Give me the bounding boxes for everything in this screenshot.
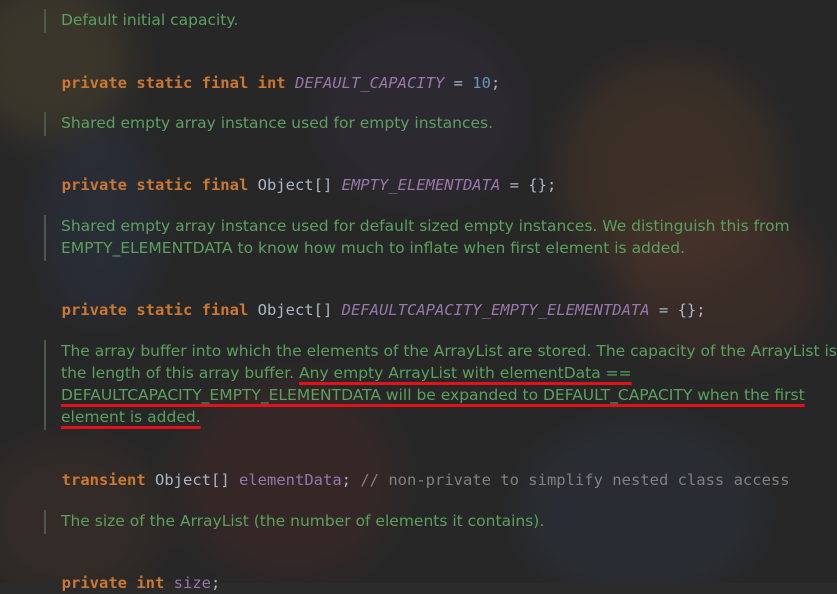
type-name[interactable]: Object[]: [146, 471, 239, 489]
javadoc-text: Shared empty array instance used for emp…: [61, 114, 494, 132]
line-comment: // non-private to simplify nested class …: [360, 471, 790, 489]
javadoc-elementdata: The array buffer into which the elements…: [44, 340, 837, 430]
keyword-modifiers: private static final: [61, 176, 249, 194]
initializer: = {};: [649, 301, 706, 319]
code-line-elementdata[interactable]: transient Object[] elementData; // non-p…: [43, 447, 790, 491]
javadoc-line: EMPTY_ELEMENTDATA to know how much to in…: [61, 239, 686, 257]
semicolon: ;: [490, 74, 501, 92]
red-annotation-underline: element is added.: [61, 408, 201, 426]
operator: =: [444, 74, 473, 92]
javadoc-line: the length of this array buffer. Any emp…: [61, 362, 837, 384]
constant-name[interactable]: DEFAULTCAPACITY_EMPTY_ELEMENTDATA: [342, 301, 650, 319]
red-annotation-underline: DEFAULTCAPACITY_EMPTY_ELEMENTDATA will b…: [61, 386, 805, 404]
javadoc-line: DEFAULTCAPACITY_EMPTY_ELEMENTDATA will b…: [61, 384, 837, 406]
code-line-defaultcapacity-empty-elementdata[interactable]: private static final Object[] DEFAULTCAP…: [43, 277, 706, 321]
red-annotation-underline: Any empty ArrayList with elementData ==: [299, 364, 632, 382]
javadoc-size: The size of the ArrayList (the number of…: [44, 510, 544, 534]
keyword-modifiers: transient: [61, 471, 146, 489]
code-line-empty-elementdata[interactable]: private static final Object[] EMPTY_ELEM…: [43, 152, 557, 196]
keyword-modifiers: private static final int: [61, 74, 286, 92]
semicolon: ;: [211, 574, 221, 592]
type-name[interactable]: Object[]: [248, 176, 341, 194]
javadoc-defaultcapacity-empty-elementdata: Shared empty array instance used for def…: [44, 215, 790, 261]
javadoc-line: The array buffer into which the elements…: [61, 342, 837, 360]
code-line-default-capacity[interactable]: private static final int DEFAULT_CAPACIT…: [43, 50, 501, 94]
javadoc-text: the length of this array buffer.: [61, 364, 300, 382]
semicolon: ;: [341, 471, 361, 489]
javadoc-line: element is added.: [61, 406, 837, 428]
keyword-modifiers: private int: [61, 574, 165, 592]
initializer: = {};: [500, 176, 557, 194]
javadoc-text: Default initial capacity.: [61, 11, 239, 29]
constant-name[interactable]: DEFAULT_CAPACITY: [295, 74, 444, 92]
code-line-size[interactable]: private int size;: [43, 550, 221, 594]
javadoc-line: Shared empty array instance used for def…: [61, 217, 790, 235]
keyword-modifiers: private static final: [61, 301, 249, 319]
javadoc-text: The size of the ArrayList (the number of…: [61, 512, 545, 530]
javadoc-default-capacity: Default initial capacity.: [44, 9, 238, 33]
field-name[interactable]: size: [174, 574, 211, 592]
number-literal: 10: [472, 74, 491, 92]
field-name[interactable]: elementData: [239, 471, 342, 489]
constant-name[interactable]: EMPTY_ELEMENTDATA: [342, 176, 501, 194]
javadoc-empty-elementdata: Shared empty array instance used for emp…: [44, 112, 493, 136]
type-name[interactable]: Object[]: [248, 301, 341, 319]
